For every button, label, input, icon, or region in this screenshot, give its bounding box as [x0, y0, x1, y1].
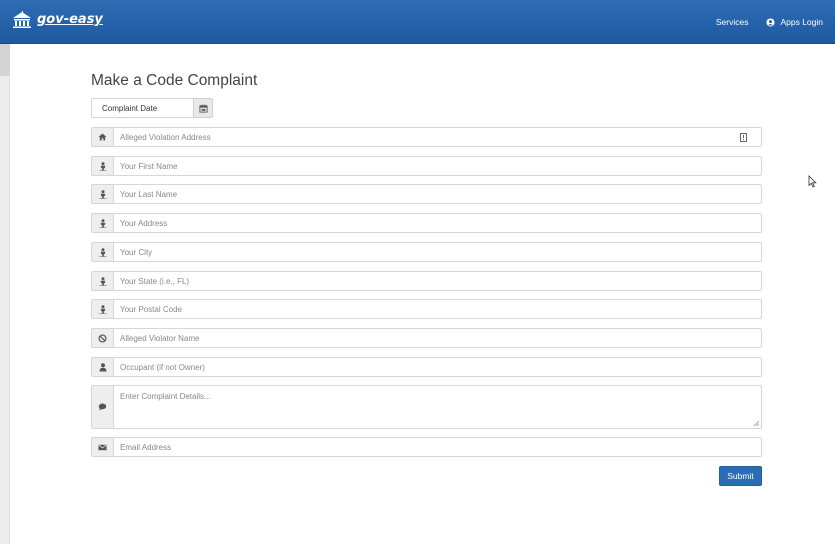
last-name-input[interactable]: Your Last Name [113, 184, 762, 204]
brand-name: gov-easy [37, 12, 103, 27]
calendar-icon [198, 103, 208, 113]
field-addon [91, 328, 113, 348]
city-field: Your City [91, 242, 762, 262]
user-icon [99, 362, 106, 371]
violator-name-field: Alleged Violator Name [91, 328, 762, 348]
complaint-details-field: Enter Complaint Details... [91, 385, 762, 429]
postal-code-input[interactable]: Your Postal Code [113, 299, 762, 319]
envelope-icon [98, 444, 107, 450]
complaint-details-placeholder: Enter Complaint Details... [120, 392, 211, 401]
state-field: Your State (i.e., FL) [91, 271, 762, 291]
city-input[interactable]: Your City [113, 242, 762, 262]
violator-name-input[interactable]: Alleged Violator Name [113, 328, 762, 348]
user-circle-icon [766, 17, 776, 27]
state-input[interactable]: Your State (i.e., FL) [113, 271, 762, 291]
address-field: Your Address [91, 213, 762, 233]
person-icon [99, 304, 106, 314]
first-name-input[interactable]: Your First Name [113, 156, 762, 176]
postal-code-field: Your Postal Code [91, 299, 762, 319]
left-side-panel [0, 44, 10, 544]
field-addon [91, 213, 113, 233]
complaint-details-textarea[interactable]: Enter Complaint Details... [113, 385, 762, 429]
ban-icon [98, 333, 107, 343]
resize-grip-icon[interactable] [753, 420, 759, 426]
email-field: Email Address [91, 437, 762, 457]
calendar-button[interactable] [193, 98, 213, 118]
complaint-date-group: Complaint Date [91, 98, 213, 118]
field-addon [91, 127, 113, 147]
home-icon [98, 133, 107, 141]
field-addon [91, 271, 113, 291]
field-addon [91, 357, 113, 377]
left-panel-tab[interactable] [0, 44, 10, 76]
capitol-building-icon [13, 11, 31, 28]
comment-icon [98, 403, 107, 411]
last-name-field: Your Last Name [91, 184, 762, 204]
violation-address-field: Alleged Violation Address [91, 127, 762, 147]
person-icon [99, 276, 106, 286]
field-addon [91, 385, 113, 429]
field-addon [91, 242, 113, 262]
address-lookup-icon[interactable] [740, 133, 747, 142]
submit-button[interactable]: Submit [719, 466, 762, 486]
mouse-cursor-icon [808, 175, 817, 188]
field-addon [91, 184, 113, 204]
violation-address-input[interactable]: Alleged Violation Address [113, 127, 762, 147]
violation-address-placeholder: Alleged Violation Address [120, 132, 211, 142]
field-addon [91, 156, 113, 176]
field-addon [91, 299, 113, 319]
person-icon [99, 189, 106, 199]
person-icon [99, 218, 106, 228]
address-input[interactable]: Your Address [113, 213, 762, 233]
complaint-date-input[interactable]: Complaint Date [91, 98, 193, 118]
page-title: Make a Code Complaint [91, 72, 258, 89]
top-navbar: gov-easy Services Apps Login [0, 0, 835, 44]
occupant-input[interactable]: Occupant (if not Owner) [113, 357, 762, 377]
person-icon [99, 247, 106, 257]
field-addon [91, 437, 113, 457]
apps-login-label: Apps Login [780, 17, 823, 27]
first-name-field: Your First Name [91, 156, 762, 176]
brand-logo[interactable]: gov-easy [12, 11, 103, 28]
email-input[interactable]: Email Address [113, 437, 762, 457]
person-icon [99, 161, 106, 171]
services-link[interactable]: Services [716, 17, 749, 27]
occupant-field: Occupant (if not Owner) [91, 357, 762, 377]
apps-login-link[interactable]: Apps Login [766, 17, 823, 27]
